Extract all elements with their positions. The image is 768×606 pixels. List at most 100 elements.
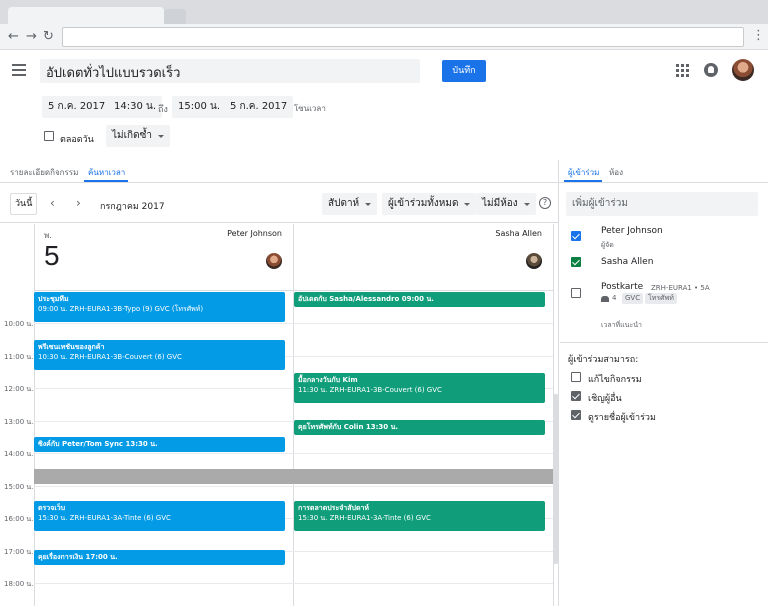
guests-filter-select[interactable]: ผู้เข้าร่วมทั้งหมด [382,193,477,215]
browser-toolbar: ← → ↻ ⋮ [0,24,768,50]
view-select[interactable]: สัปดาห์ [322,193,378,215]
chevron-down-icon [365,203,372,206]
repeat-select-value: ไม่เกิดซ้ำ [112,130,152,141]
time-gutter-border [34,224,35,606]
month-label: กรกฎาคม 2017 [100,202,165,212]
chevron-down-icon [464,203,471,206]
guest-peter-role: ผู้จัด [601,241,614,249]
event-details: 09:00 น. ZRH-EURA1-3B-Typo (9) GVC (โทรศ… [38,305,204,313]
today-button[interactable]: วันนี้ [10,193,38,215]
event-title: คุยโทรศัพท์กับ Colin 13:30 น. [298,423,399,431]
header-grid-divider [34,290,553,291]
suggested-times-link[interactable]: เวลาที่แนะนำ [601,320,642,331]
account-avatar[interactable] [732,59,754,81]
permissions-title: ผู้เข้าร่วมสามารถ: [568,355,639,365]
room-tag-phone: โทรศัพท์ [645,293,677,304]
perm-see-list-checkbox[interactable] [571,410,581,420]
rooms-filter-select[interactable]: ไม่มีห้อง [476,193,536,215]
tab-rooms[interactable]: ห้อง [609,166,623,179]
panel-divider [558,160,559,606]
browser-tab-strip [0,0,768,24]
column-name-sasha: Sasha Allen [495,229,542,238]
all-day-checkbox[interactable] [44,131,54,141]
hour-label: 15:00 น. [4,483,34,491]
event-client-presentation[interactable]: พรีเซนเทชันของลูกค้า 10:30 น. ZRH-EURA1-… [34,340,285,370]
room-postkarte-checkbox[interactable] [571,288,581,298]
event-details: 15:30 น. ZRH-EURA1-3A-Tinte (6) GVC [298,514,431,522]
browser-menu-icon[interactable]: ⋮ [752,28,765,43]
event-title-input[interactable]: อัปเดตทั่วไปแบบรวดเร็ว [40,59,420,83]
add-guest-input[interactable]: เพิ่มผู้เข้าร่วม [566,192,758,216]
guest-peter-name: Peter Johnson [601,226,663,236]
chevron-right-icon[interactable]: › [76,196,81,210]
hour-label: 16:00 น. [4,515,34,523]
calendar-toolbar-divider [0,222,558,223]
main-menu-icon[interactable] [12,64,26,76]
repeat-select[interactable]: ไม่เกิดซ้ำ [106,125,170,147]
hour-label: 13:00 น. [4,418,34,426]
apps-grid-icon[interactable] [676,64,689,77]
tab-find-time[interactable]: ค้นหาเวลา [88,166,125,179]
tab-event-details[interactable]: รายละเอียดกิจกรรม [10,166,78,179]
room-name: Postkarte [601,282,644,292]
hour-line [34,583,553,584]
event-sync-peter-tom[interactable]: ซิงค์กับ Peter/Tom Sync 13:30 น. [34,437,285,452]
chevron-down-icon [523,203,530,206]
event-weekly-marketing[interactable]: การตลาดประจำสัปดาห์ 15:30 น. ZRH-EURA1-3… [294,501,545,531]
back-icon[interactable]: ← [8,29,19,45]
address-bar[interactable] [62,27,744,47]
people-icon [601,296,609,302]
hour-line [34,486,553,487]
event-finance-talk[interactable]: คุยเรื่องการเงิน 17:00 น. [34,550,285,565]
guest-peter-checkbox[interactable] [571,231,581,241]
permissions-divider [560,342,768,343]
perm-invite-label: เชิญผู้อื่น [588,394,622,404]
room-capacity: 4 [612,294,617,302]
notifications-icon[interactable] [704,63,718,77]
column-name-peter: Peter Johnson [227,229,282,238]
event-web-review[interactable]: ตรวจเว็บ 15:30 น. ZRH-EURA1-3A-Tinte (6)… [34,501,285,531]
event-title: ตรวจเว็บ [38,504,66,512]
event-team-meeting[interactable]: ประชุมทีม 09:00 น. ZRH-EURA1-3B-Typo (9)… [34,292,285,322]
new-tab-button[interactable] [164,9,186,24]
hour-line [34,453,553,454]
event-title: คุยเรื่องการเงิน 17:00 น. [38,553,118,561]
tabs-divider [0,182,768,183]
hour-label: 14:00 น. [4,450,34,458]
day-number: 5 [44,240,60,271]
help-icon[interactable]: ? [539,197,551,209]
forward-icon[interactable]: → [26,29,37,45]
column-divider [293,224,294,606]
end-date-field[interactable]: 5 ก.ค. 2017 [224,96,294,118]
rooms-filter-value: ไม่มีห้อง [482,198,518,209]
room-tag-gvc: GVC [622,293,644,304]
event-title: อัปเดตกับ Sasha/Alessandro 09:00 น. [298,295,434,303]
event-title: มื้อกลางวันกับ Kim [298,376,358,384]
event-update-sasha-alessandro[interactable]: อัปเดตกับ Sasha/Alessandro 09:00 น. [294,292,545,307]
event-call-colin[interactable]: คุยโทรศัพท์กับ Colin 13:30 น. [294,420,545,435]
perm-invite-checkbox[interactable] [571,391,581,401]
view-select-value: สัปดาห์ [328,198,360,209]
tab-guests[interactable]: ผู้เข้าร่วม [568,166,599,179]
peter-avatar [266,253,282,269]
all-day-label: ตลอดวัน [60,135,94,145]
timezone-link[interactable]: โซนเวลา [294,102,326,115]
reload-icon[interactable]: ↻ [43,29,54,45]
save-button[interactable]: บันทึก [442,60,486,82]
selected-time-slot[interactable] [34,469,553,484]
start-date-field[interactable]: 5 ก.ค. 2017 [42,96,112,118]
chevron-left-icon[interactable]: ‹ [50,196,55,210]
perm-modify-checkbox[interactable] [571,372,581,382]
guest-sasha-checkbox[interactable] [571,257,581,267]
event-details: 10:30 น. ZRH-EURA1-3B-Couvert (6) GVC [38,353,182,361]
sasha-avatar [526,253,542,269]
browser-tab[interactable] [8,7,164,24]
start-time-field[interactable]: 14:30 น. [108,96,163,118]
guest-sasha-name: Sasha Allen [601,257,654,267]
event-lunch-kim[interactable]: มื้อกลางวันกับ Kim 11:30 น. ZRH-EURA1-3B… [294,373,545,403]
to-label: ถึง [158,105,168,115]
hour-label: 18:00 น. [4,580,34,588]
hour-label: 17:00 น. [4,548,34,556]
end-time-field[interactable]: 15:00 น. [172,96,227,118]
hour-label: 10:00 น. [4,320,34,328]
